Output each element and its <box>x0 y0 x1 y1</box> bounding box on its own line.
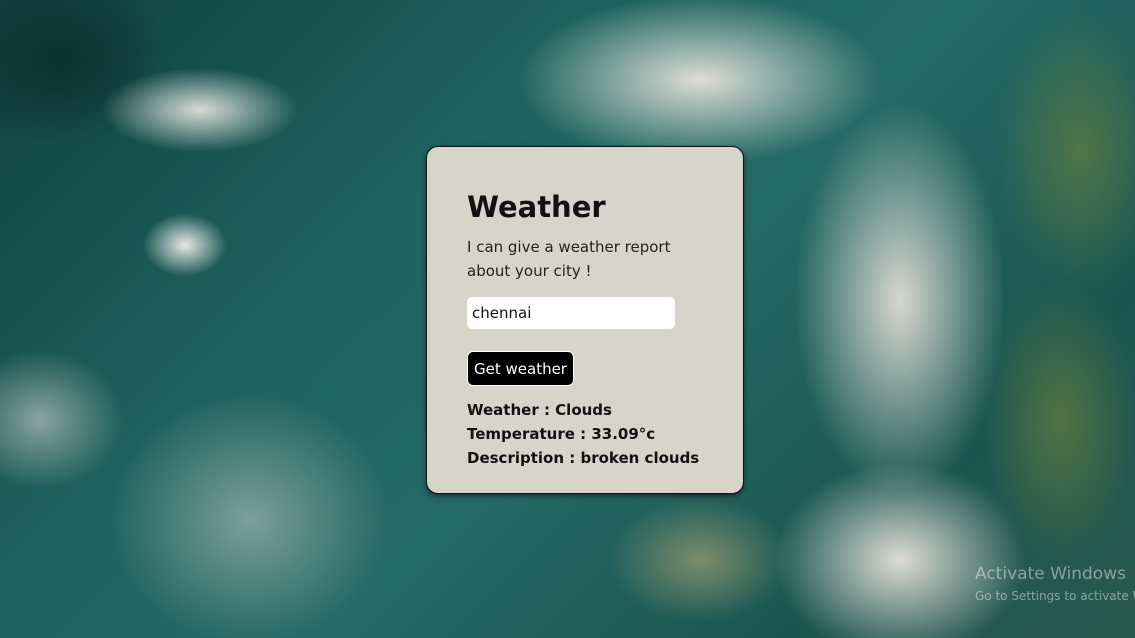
weather-card: Weather I can give a weather report abou… <box>426 146 744 494</box>
watermark-subtitle: Go to Settings to activate Windows. <box>975 589 1135 603</box>
city-input[interactable] <box>467 297 675 329</box>
page-title: Weather <box>467 190 606 224</box>
temperature-value: Temperature : 33.09°c <box>467 425 656 443</box>
activate-windows-watermark: Activate Windows Go to Settings to activ… <box>975 562 1135 606</box>
weather-condition: Weather : Clouds <box>467 401 612 419</box>
weather-results: Weather : Clouds Temperature : 33.09°c D… <box>467 398 703 470</box>
weather-description: Description : broken clouds <box>467 449 700 467</box>
subtitle-text: I can give a weather report about your c… <box>467 238 671 280</box>
watermark-title: Activate Windows <box>975 564 1126 584</box>
get-weather-button[interactable]: Get weather <box>467 351 574 386</box>
